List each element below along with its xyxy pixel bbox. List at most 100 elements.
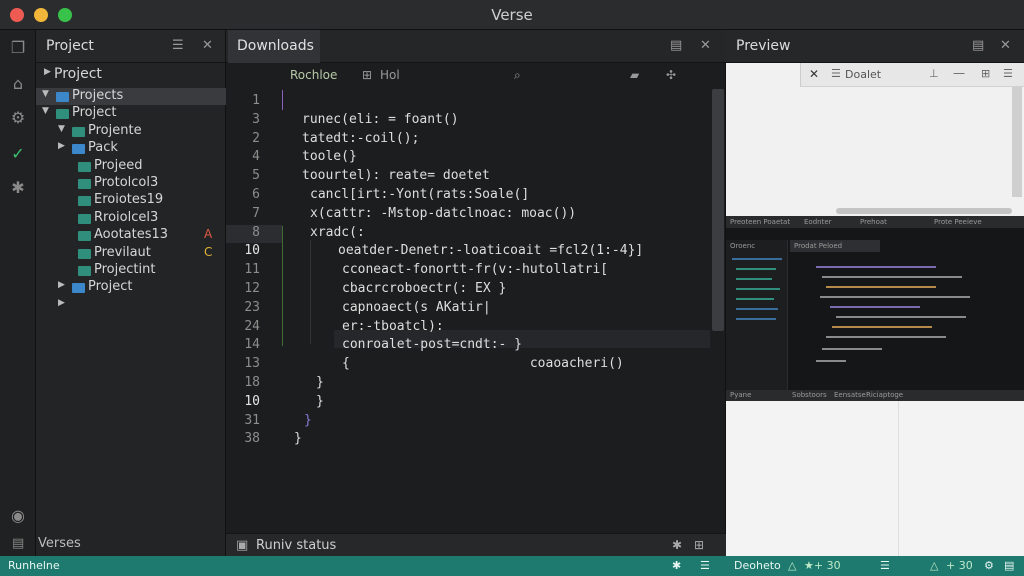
chevron-right-icon[interactable]: ▶ (58, 298, 65, 308)
line-number: 12 (244, 281, 260, 296)
run-status-label[interactable]: Runiv status (256, 538, 336, 553)
tree-item[interactable]: Projeed (36, 158, 226, 175)
tree-item[interactable]: ▼ Projente (36, 123, 226, 140)
project-panel-title: Project (46, 38, 94, 54)
list-icon[interactable]: ☰ (172, 38, 184, 53)
title-bar: Verse (0, 0, 1024, 30)
status-badge: C (204, 244, 213, 259)
line-number: 1 (252, 93, 260, 108)
code-line[interactable]: } (316, 394, 324, 409)
tree-item-label: Pack (88, 140, 118, 156)
chevron-down-icon[interactable]: ▼ (42, 89, 49, 99)
toolbar-middle-label[interactable]: Hol (380, 68, 400, 82)
vertical-scrollbar[interactable] (712, 89, 724, 331)
chevron-down-icon[interactable]: ▼ (58, 124, 65, 134)
code-line[interactable]: oeatder-Denetr:-loaticoait =fcl2(1:-4}] (338, 243, 643, 258)
chevron-down-icon[interactable]: ▼ (42, 106, 49, 116)
editor-area: Downloads ▤ ✕ Rochloe ⊞ Hol ⌕ ▰ ✣ 132456… (226, 30, 726, 556)
project-root[interactable]: ▶ Project (36, 66, 226, 83)
account-icon[interactable]: ◉ (8, 506, 28, 526)
tab-downloads[interactable]: Downloads (228, 30, 320, 63)
line-number: 10 (244, 393, 260, 409)
expand-arrow-icon: ▶ (44, 67, 51, 77)
code-line[interactable]: toole(} (302, 149, 357, 164)
settings-icon[interactable]: ⚙ (984, 559, 994, 572)
preview-bottom-border (898, 401, 899, 556)
preview-panel: Preview ▤ ✕ ✕ ☰ Doalet ⊥ — ⊞ ☰ Preoteen … (726, 30, 1024, 556)
code-line[interactable]: cancl[irt:-Yont(rats:Soale(] (310, 187, 529, 202)
mini-footer-1: Pyane (730, 391, 752, 399)
code-line[interactable]: cbacrcroboectr(: EX } (342, 281, 506, 296)
tree-item[interactable]: Previlaut C (36, 245, 226, 262)
warning-icon: △ (788, 559, 797, 572)
close-preview-icon[interactable]: ✕ (1000, 38, 1011, 53)
layout-icon[interactable]: ▤ (670, 38, 682, 53)
code-line[interactable]: } (294, 431, 302, 446)
code-line[interactable]: } (304, 413, 312, 428)
preview-footer-mid: ★+ 30 (804, 559, 841, 572)
tree-item[interactable]: Eroiotes19 (36, 192, 226, 209)
chevron-right-icon[interactable]: ▶ (58, 141, 65, 151)
tree-item[interactable]: ▶ (36, 297, 226, 314)
project-footer-label: Verses (38, 536, 81, 551)
grid-icon[interactable]: ⊞ (981, 67, 990, 80)
project-root-label: Project (54, 66, 102, 82)
code-line[interactable]: { coaoacheri() (342, 356, 624, 371)
code-line[interactable]: er:-tboatcl): (342, 319, 444, 334)
extensions-icon[interactable]: ⚙ (8, 108, 28, 128)
code-line[interactable]: x(cattr: -Mstop-datclnoac: moac()) (310, 206, 576, 221)
code-line[interactable]: conroalet-post=cndt:- } (342, 337, 522, 352)
mini-panel-label: Oroenc (730, 242, 756, 250)
status-left-label[interactable]: Runhelne (8, 559, 60, 572)
debug-icon[interactable]: ✱ (8, 178, 28, 198)
files-icon[interactable]: ❐ (8, 38, 28, 58)
split-icon[interactable]: ⊞ (694, 538, 704, 552)
list-icon[interactable]: ☰ (1003, 67, 1013, 80)
code-line[interactable]: runec(eli: = foant() (302, 112, 459, 127)
settings-icon[interactable]: ✣ (666, 68, 676, 82)
layout-icon[interactable]: ▤ (1004, 559, 1014, 572)
search-icon[interactable]: ⌕ (514, 68, 521, 83)
mini-tab-2: Eodnter (804, 218, 832, 226)
tree-item[interactable]: Aootates13 A (36, 227, 226, 244)
line-number: 24 (244, 318, 260, 334)
folder-icon[interactable]: ▰ (630, 68, 639, 82)
code-line[interactable]: capnoaect(s AKatir| (342, 300, 491, 315)
menu-icon[interactable]: ☰ (700, 559, 710, 572)
code-line[interactable]: tatedt:-coil(); (302, 131, 419, 146)
window-title: Verse (491, 6, 533, 24)
tree-item[interactable]: ▼ Projects (36, 88, 226, 105)
preview-scrollbar[interactable] (1012, 87, 1022, 197)
minus-icon[interactable]: — (953, 66, 965, 80)
text-icon[interactable]: ⊥ (929, 67, 939, 80)
code-line[interactable]: xradc(: (310, 225, 365, 240)
gear-icon[interactable]: ✱ (672, 538, 682, 552)
list-icon[interactable]: ☰ (880, 559, 890, 572)
preview-title: Preview (736, 38, 791, 54)
code-line[interactable]: } (316, 375, 324, 390)
tree-item[interactable]: Projectint (36, 262, 226, 279)
mini-tab-bar: Preoteen Poaetat Eodnter Prehoat Prote P… (726, 216, 1024, 228)
tree-item[interactable]: ▶ Project (36, 279, 226, 296)
layout-icon[interactable]: ▤ (972, 38, 984, 53)
folder-icon (72, 283, 85, 294)
toolbar-left-label[interactable]: Rochloe (290, 68, 337, 82)
close-icon[interactable]: ✕ (809, 67, 819, 81)
check-icon[interactable]: ✓ (8, 144, 28, 164)
code-line[interactable]: cconeact-fonortt-fr(v:-hutollatri[ (342, 262, 608, 277)
tree-item[interactable]: Rroiolcel3 (36, 210, 226, 227)
preview-document-top: ✕ ☰ Doalet ⊥ — ⊞ ☰ (726, 63, 1024, 216)
close-editor-icon[interactable]: ✕ (700, 38, 711, 53)
tree-item[interactable]: Protolcol3 (36, 175, 226, 192)
close-icon[interactable]: ✕ (202, 38, 213, 53)
warning-icon: △ (930, 559, 939, 572)
tree-item[interactable]: ▶ Pack (36, 140, 226, 157)
preview-scroll-h[interactable] (836, 208, 1012, 214)
tree-item[interactable]: ▼ Project (36, 105, 226, 122)
chevron-right-icon[interactable]: ▶ (58, 280, 65, 290)
grid-icon[interactable]: ⊞ (362, 68, 372, 82)
home-icon[interactable]: ⌂ (8, 74, 28, 94)
code-line[interactable]: toourtel): reate= doetet (302, 168, 490, 183)
settings-icon[interactable]: ✱ (672, 559, 681, 572)
terminal-icon[interactable]: ▣ (236, 538, 248, 553)
